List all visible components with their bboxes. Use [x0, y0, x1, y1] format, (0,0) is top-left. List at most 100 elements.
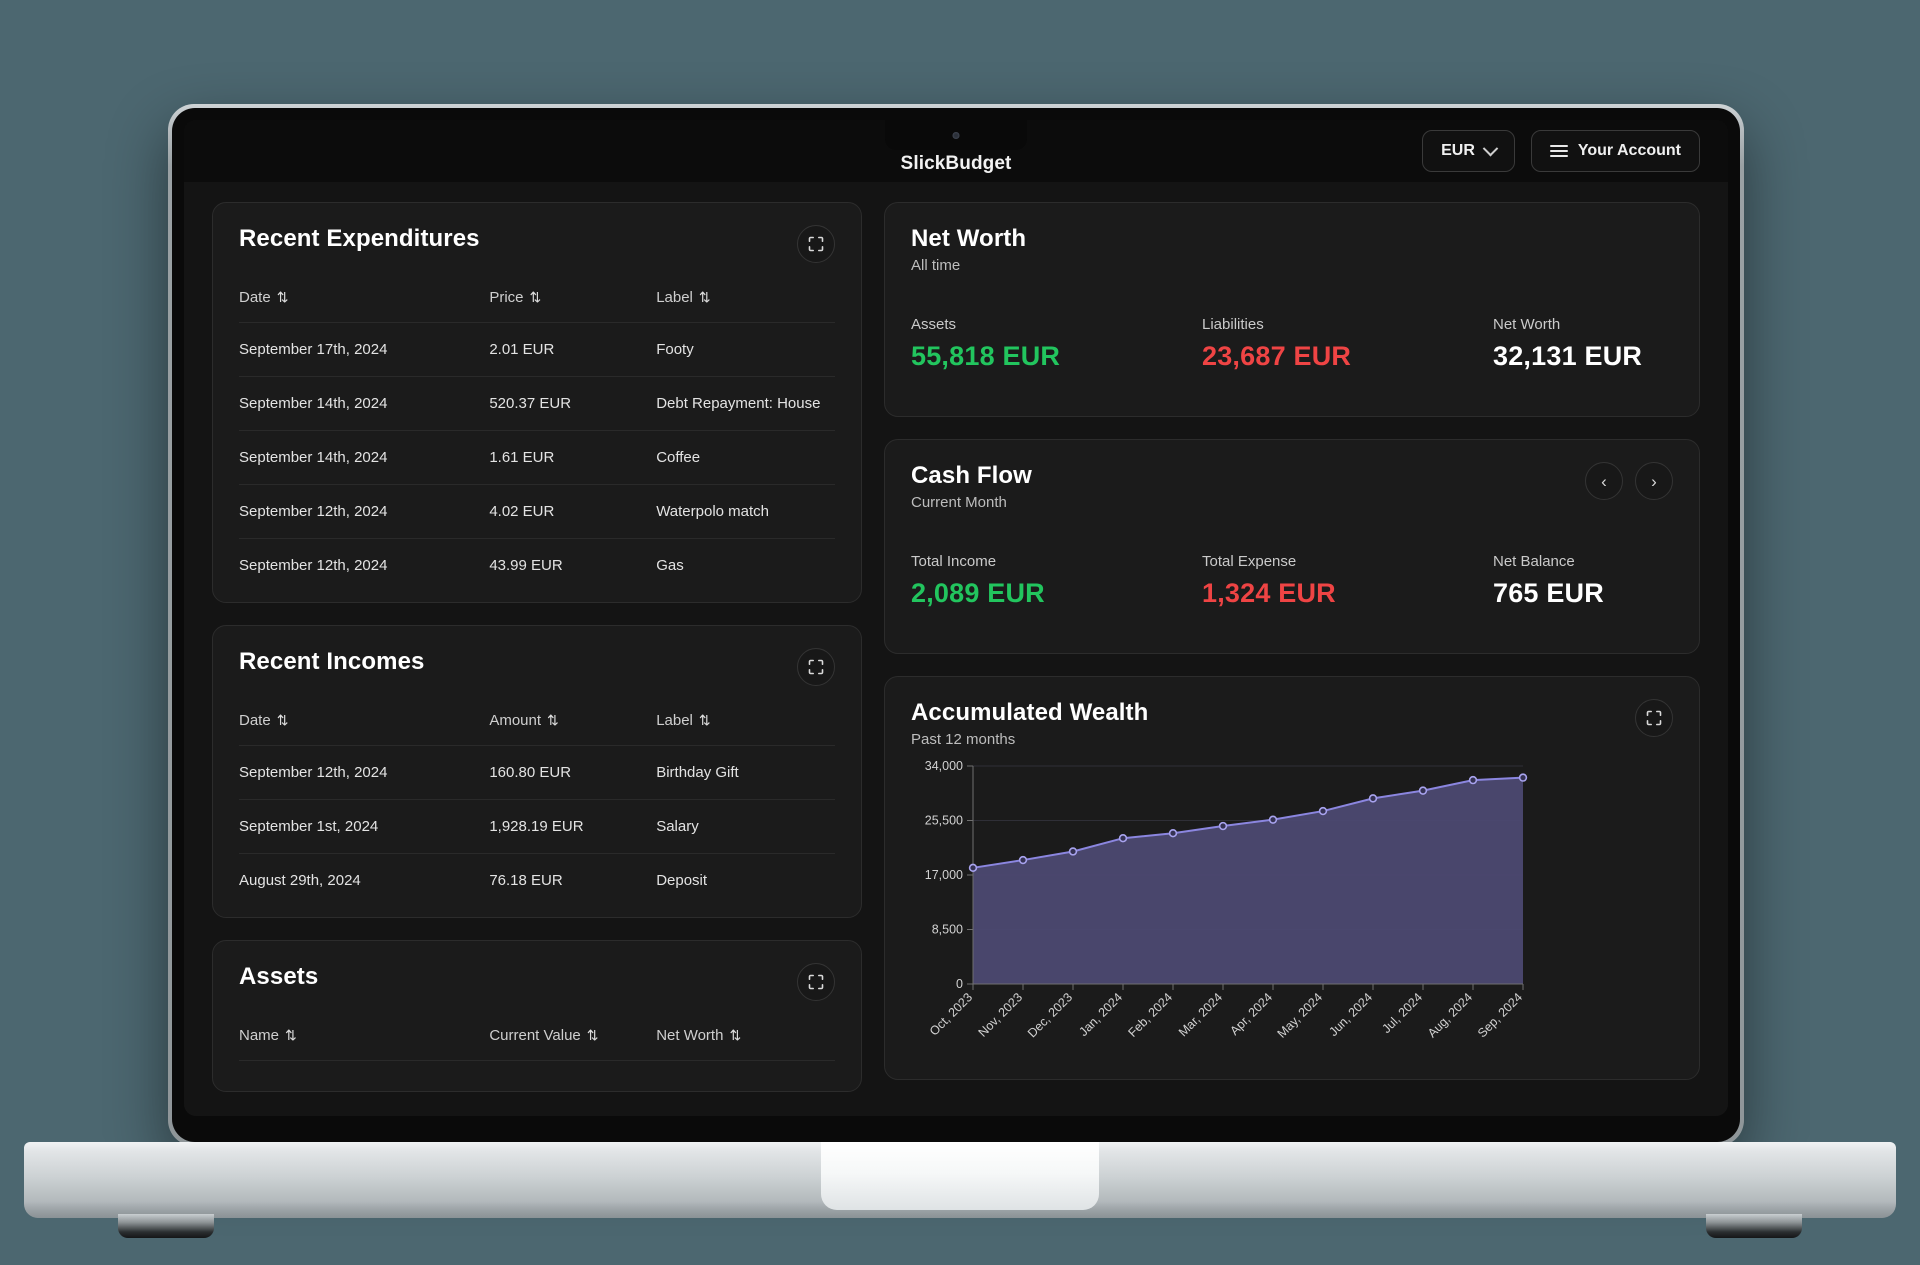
screen-notch — [885, 120, 1027, 150]
page-title: Accumulated Wealth — [911, 699, 1149, 726]
column-header-amount[interactable]: Amount ⇅ — [489, 700, 656, 746]
table-cell: 2.01 EUR — [489, 322, 657, 377]
expand-chart-button[interactable] — [1635, 699, 1673, 737]
table-header-row: Date ⇅ Amount ⇅ Label ⇅ — [239, 700, 835, 746]
laptop-lid: SlickBudget EUR Your Account Recent Expe… — [168, 104, 1744, 1146]
table-cell: September 1st, 2024 — [239, 799, 490, 854]
expenditures-table: Date ⇅ Price ⇅ Label ⇅ September 17th, 2024… — [239, 277, 835, 592]
stat-value: 32,131 EUR — [1493, 341, 1643, 371]
y-axis-tick: 17,000 — [925, 868, 963, 882]
expand-icon — [1646, 710, 1662, 726]
stat-block: Net Worth 32,131 EUR — [1493, 316, 1673, 372]
x-axis-tick: Jul, 2024 — [1379, 990, 1425, 1036]
table-cell: Debt Repayment: House — [656, 376, 835, 431]
column-label: Current Value — [489, 1027, 581, 1044]
laptop-foot-left — [118, 1214, 214, 1238]
column-header-label[interactable]: Label ⇅ — [656, 277, 835, 323]
column-header-price[interactable]: Price ⇅ — [489, 277, 656, 323]
chart-point[interactable] — [1518, 773, 1528, 782]
laptop-foot-right — [1706, 1214, 1802, 1238]
laptop-screen: SlickBudget EUR Your Account Recent Expe… — [184, 120, 1728, 1116]
chart-point[interactable] — [968, 863, 978, 873]
x-axis-tick: Oct, 2023 — [927, 990, 975, 1038]
chart-point[interactable] — [1368, 794, 1378, 803]
table-row[interactable]: September 12th, 2024 43.99 EUR Gas — [239, 538, 835, 592]
currency-selector[interactable]: EUR — [1422, 130, 1515, 172]
column-header-date[interactable]: Date ⇅ — [239, 277, 489, 323]
table-cell: Birthday Gift — [656, 745, 835, 800]
card-header: Cash Flow Current Month ‹ › — [911, 462, 1673, 511]
table-row[interactable]: September 14th, 2024 1.61 EUR Coffee — [239, 430, 835, 485]
card-header: Recent Incomes — [239, 648, 835, 686]
laptop-base — [24, 1142, 1896, 1238]
column-label: Label — [656, 712, 693, 729]
column-header-current-value[interactable]: Current Value ⇅ — [489, 1015, 656, 1061]
column-header-net-worth[interactable]: Net Worth ⇅ — [656, 1015, 835, 1061]
chevron-right-icon: › — [1651, 471, 1657, 491]
table-row[interactable]: September 12th, 2024 160.80 EUR Birthday G… — [239, 745, 835, 800]
column-header-name[interactable]: Name ⇅ — [239, 1015, 489, 1061]
sort-icon: ⇅ — [285, 1027, 297, 1043]
table-cell: September 14th, 2024 — [239, 376, 490, 431]
chart-point[interactable] — [1318, 806, 1328, 816]
column-header-label[interactable]: Label ⇅ — [656, 700, 835, 746]
expand-assets-button[interactable] — [797, 963, 835, 1001]
x-axis-tick: Jun, 2024 — [1326, 990, 1375, 1039]
table-cell: September 12th, 2024 — [239, 538, 490, 592]
laptop-bezel: SlickBudget EUR Your Account Recent Expe… — [172, 108, 1740, 1142]
expand-expenditures-button[interactable] — [797, 225, 835, 263]
sort-icon: ⇅ — [698, 712, 711, 728]
page-title: Assets — [239, 963, 319, 990]
chevron-left-icon: ‹ — [1601, 471, 1607, 491]
page-title: Net Worth — [911, 225, 1027, 252]
stat-label: Assets — [911, 316, 957, 333]
chart-point[interactable] — [1468, 775, 1478, 785]
table-row[interactable]: September 14th, 2024 520.37 EUR Debt Repay… — [239, 376, 835, 431]
account-menu-label: Your Account — [1577, 142, 1681, 159]
table-row[interactable]: September 17th, 2024 2.01 EUR Footy — [239, 322, 835, 377]
chart-point[interactable] — [1068, 847, 1078, 856]
table-row[interactable]: September 12th, 2024 4.02 EUR Waterpolo ma… — [239, 484, 835, 539]
expand-incomes-button[interactable] — [797, 648, 835, 686]
sort-icon: ⇅ — [547, 712, 559, 728]
chart-point[interactable] — [1168, 828, 1178, 838]
next-month-button[interactable]: › — [1635, 462, 1673, 500]
left-column: Recent Expenditures Date ⇅ Price ⇅ Label… — [212, 202, 862, 1116]
column-header-date[interactable]: Date ⇅ — [239, 700, 489, 746]
table-row[interactable]: August 29th, 2024 76.18 EUR Deposit — [239, 853, 835, 907]
chart-point[interactable] — [1268, 815, 1278, 824]
hamburger-icon — [1549, 145, 1568, 157]
chart-point[interactable] — [1118, 833, 1128, 843]
x-axis-tick: Nov, 2023 — [976, 990, 1026, 1040]
expand-icon — [808, 659, 824, 675]
previous-month-button[interactable]: ‹ — [1585, 462, 1623, 500]
stat-label: Liabilities — [1202, 316, 1264, 333]
chart-point[interactable] — [1018, 855, 1028, 865]
table-cell: 76.18 EUR — [489, 853, 657, 907]
webcam-icon — [952, 132, 960, 139]
table-cell: Coffee — [656, 430, 835, 485]
sort-icon: ⇅ — [698, 289, 711, 305]
stat-value: 55,818 EUR — [911, 341, 1061, 371]
card-header: Assets — [239, 963, 835, 1001]
y-axis-tick: 8,500 — [932, 923, 963, 937]
account-menu-button[interactable]: Your Account — [1530, 130, 1700, 172]
table-row[interactable]: September 1st, 2024 1,928.19 EUR Salary — [239, 799, 835, 854]
stat-value: 1,324 EUR — [1202, 578, 1336, 608]
stat-block: Total Expense 1,324 EUR — [1202, 553, 1493, 609]
card-subtitle: Current Month — [911, 494, 1007, 511]
chart-point[interactable] — [1218, 821, 1228, 831]
column-label: Price — [489, 289, 524, 306]
app-window: SlickBudget EUR Your Account Recent Expe… — [184, 120, 1728, 1116]
stat-value: 2,089 EUR — [911, 578, 1045, 608]
table-cell: August 29th, 2024 — [239, 853, 490, 907]
app-brand-logo[interactable]: SlickBudget — [901, 153, 1012, 175]
table-cell: Waterpolo match — [656, 484, 835, 539]
table-cell: September 17th, 2024 — [239, 322, 490, 377]
chart-point[interactable] — [1418, 786, 1428, 795]
dashboard-content: Recent Expenditures Date ⇅ Price ⇅ Label… — [184, 182, 1728, 1116]
stat-block: Net Balance 765 EUR — [1493, 553, 1673, 609]
card-subtitle: All time — [911, 257, 961, 274]
stat-block: Total Income 2,089 EUR — [911, 553, 1202, 609]
sort-icon: ⇅ — [729, 1027, 742, 1043]
